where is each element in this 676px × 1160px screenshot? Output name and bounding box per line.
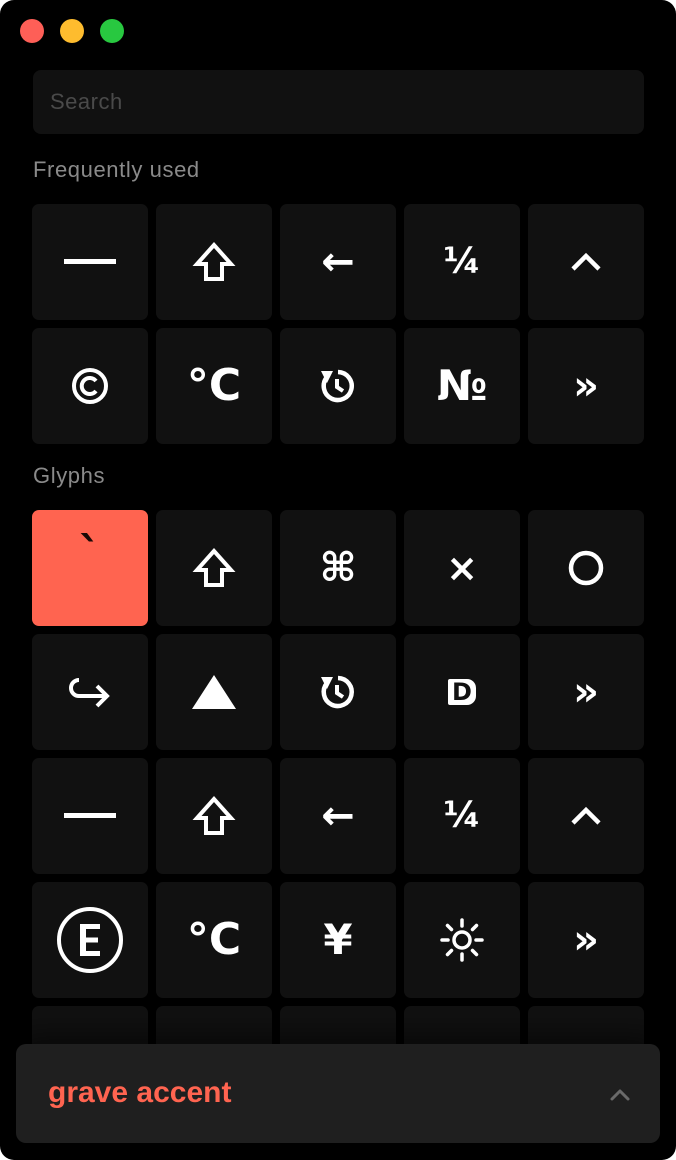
right-guillemet-icon: » bbox=[573, 917, 599, 963]
one-quarter-icon: ¼ bbox=[443, 241, 481, 282]
glyph-tile[interactable]: ← bbox=[280, 204, 396, 320]
glyph-tile[interactable] bbox=[528, 758, 644, 874]
caret-up-icon bbox=[569, 251, 603, 273]
one-quarter-icon: ¼ bbox=[443, 795, 481, 836]
glyph-tile[interactable] bbox=[156, 634, 272, 750]
chevron-up-icon[interactable] bbox=[608, 1084, 632, 1104]
selected-glyph-panel: grave accent bbox=[16, 1044, 660, 1143]
minimize-window-button[interactable] bbox=[60, 19, 84, 43]
section-title-frequently-used: Frequently used bbox=[33, 157, 200, 182]
sun-icon bbox=[440, 918, 484, 962]
glyph-tile[interactable]: ¥ bbox=[280, 882, 396, 998]
multiplication-icon: × bbox=[446, 546, 478, 590]
degree-celsius-icon: °C bbox=[186, 914, 242, 965]
yen-icon: ¥ bbox=[323, 915, 353, 964]
glyph-tile[interactable] bbox=[32, 204, 148, 320]
close-window-button[interactable] bbox=[20, 19, 44, 43]
grave-accent-icon: ` bbox=[78, 527, 102, 581]
glyph-tile[interactable]: × bbox=[404, 510, 520, 626]
glyphs-grid: ` ⌘ × D » ← ¼ °C ¥ » bbox=[32, 510, 644, 1122]
restore-icon bbox=[317, 365, 359, 407]
glyph-tile[interactable] bbox=[528, 204, 644, 320]
em-dash-icon bbox=[64, 258, 116, 266]
glyph-tile[interactable]: D bbox=[404, 634, 520, 750]
glyph-tile[interactable]: ¼ bbox=[404, 758, 520, 874]
glyph-tile[interactable]: ¼ bbox=[404, 204, 520, 320]
shift-arrow-icon bbox=[192, 546, 236, 590]
glyph-tile[interactable]: °C bbox=[156, 882, 272, 998]
degree-celsius-icon: °C bbox=[186, 360, 242, 411]
right-guillemet-icon: » bbox=[573, 363, 599, 409]
shift-arrow-icon bbox=[192, 794, 236, 838]
section-title-glyphs: Glyphs bbox=[33, 463, 106, 488]
glyph-tile[interactable]: » bbox=[528, 328, 644, 444]
glyph-tile[interactable] bbox=[280, 634, 396, 750]
glyph-tile[interactable] bbox=[156, 204, 272, 320]
glyph-tile[interactable]: ⌘ bbox=[280, 510, 396, 626]
d-badge-icon: D bbox=[448, 679, 476, 705]
numero-icon: № bbox=[436, 361, 488, 410]
glyph-tile[interactable]: ← bbox=[280, 758, 396, 874]
caret-up-icon bbox=[569, 805, 603, 827]
command-key-icon: ⌘ bbox=[319, 545, 357, 591]
glyph-tile[interactable]: ` bbox=[32, 510, 148, 626]
app-window: Frequently used ← ¼ °C № » Glyphs ` ⌘ × D » ← ¼ °C ¥… bbox=[0, 0, 676, 1160]
selected-glyph-name: grave accent bbox=[48, 1076, 232, 1109]
shift-arrow-icon bbox=[192, 240, 236, 284]
circled-e-icon bbox=[56, 906, 124, 974]
em-dash-icon bbox=[64, 812, 116, 820]
glyph-tile[interactable] bbox=[404, 882, 520, 998]
triangle-up-icon bbox=[191, 673, 237, 711]
frequently-used-grid: ← ¼ °C № » bbox=[32, 204, 644, 444]
glyph-tile[interactable] bbox=[156, 510, 272, 626]
glyph-tile[interactable] bbox=[528, 510, 644, 626]
glyph-tile[interactable]: » bbox=[528, 634, 644, 750]
glyph-tile[interactable]: °C bbox=[156, 328, 272, 444]
left-arrow-icon: ← bbox=[321, 239, 355, 285]
glyph-tile[interactable]: » bbox=[528, 882, 644, 998]
search-input[interactable] bbox=[33, 70, 644, 134]
hook-arrow-icon bbox=[65, 672, 115, 712]
glyph-tile[interactable] bbox=[32, 634, 148, 750]
right-guillemet-icon: » bbox=[573, 669, 599, 715]
restore-icon bbox=[317, 671, 359, 713]
glyph-tile[interactable] bbox=[32, 758, 148, 874]
glyph-tile[interactable] bbox=[32, 882, 148, 998]
left-arrow-icon: ← bbox=[321, 793, 355, 839]
circle-icon bbox=[566, 548, 606, 588]
zoom-window-button[interactable] bbox=[100, 19, 124, 43]
copyright-icon bbox=[70, 366, 110, 406]
glyph-tile[interactable]: № bbox=[404, 328, 520, 444]
glyph-tile[interactable] bbox=[156, 758, 272, 874]
glyph-tile[interactable] bbox=[32, 328, 148, 444]
window-controls bbox=[20, 19, 124, 43]
glyph-tile[interactable] bbox=[280, 328, 396, 444]
